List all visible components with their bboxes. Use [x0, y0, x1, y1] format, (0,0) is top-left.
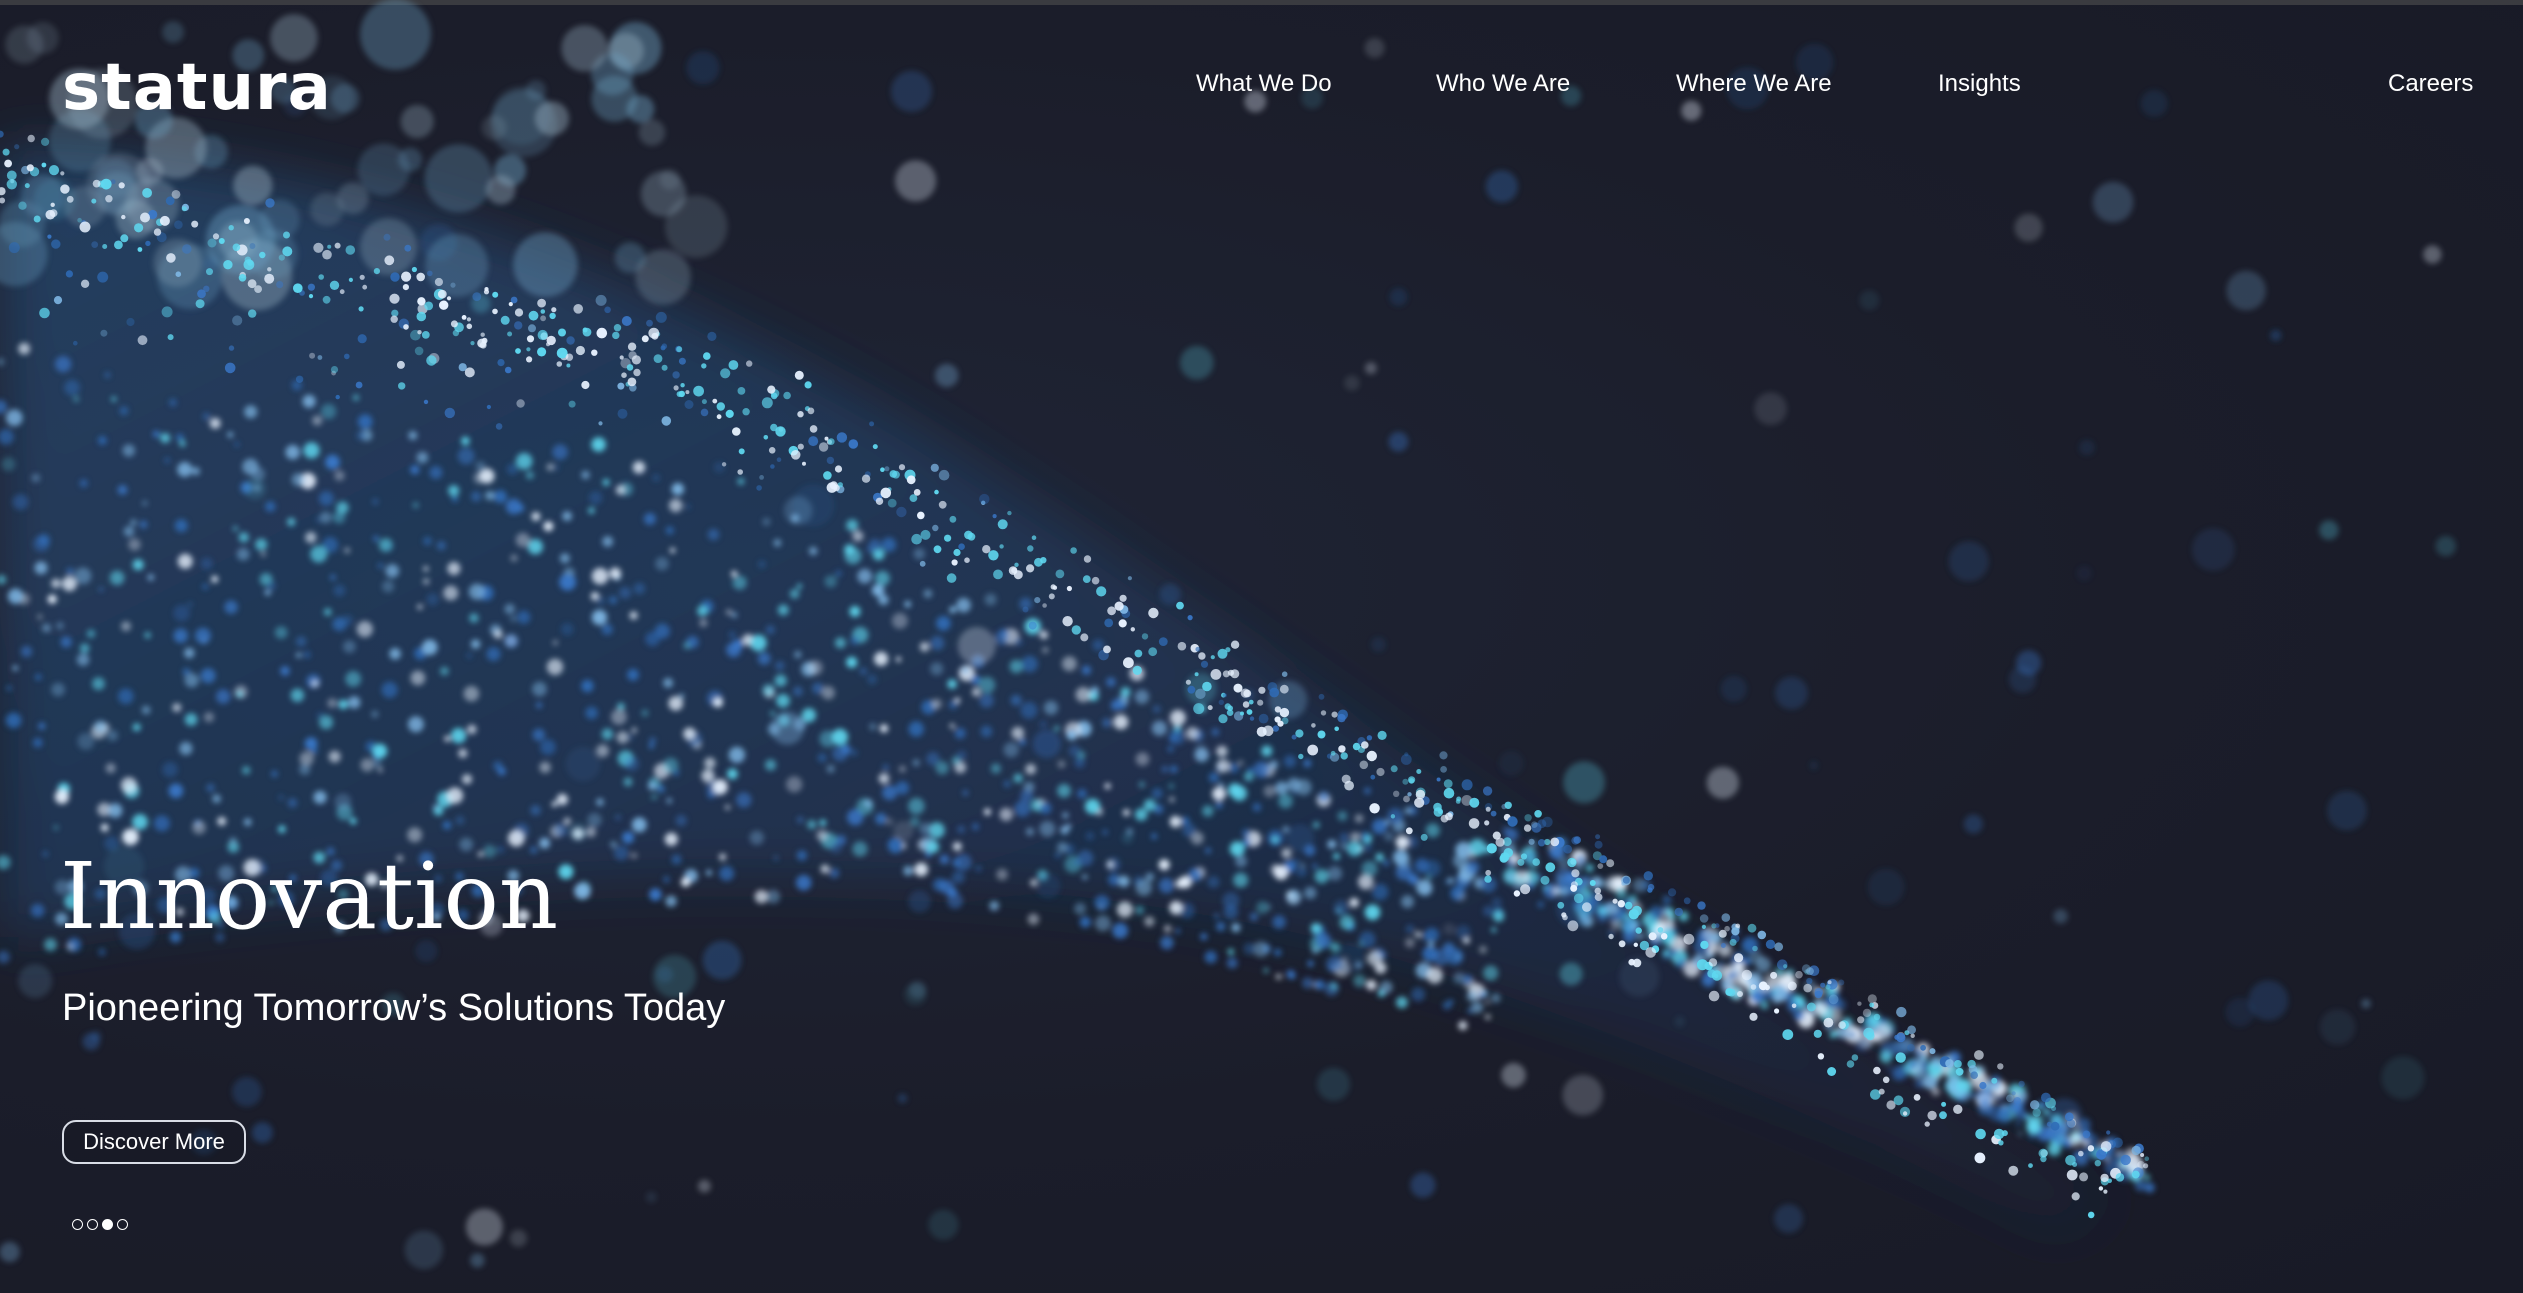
statura-logo[interactable]: statura	[62, 48, 332, 128]
hero-subtitle: Pioneering Tomorrow’s Solutions Today	[62, 987, 726, 1029]
nav-who-we-are[interactable]: Who We Are	[1436, 68, 1570, 100]
hero-title: Innovation	[60, 843, 559, 950]
hero-section: statura What We Do Who We Are Where We A…	[0, 0, 2523, 1293]
particle-wave-image	[0, 0, 2456, 1270]
carousel-dot-3[interactable]	[102, 1219, 113, 1230]
nav-what-we-do[interactable]: What We Do	[1196, 68, 1332, 100]
carousel-dot-1[interactable]	[72, 1219, 83, 1230]
discover-more-button[interactable]: Discover More	[62, 1120, 246, 1164]
carousel-dot-4[interactable]	[117, 1219, 128, 1230]
carousel-dot-2[interactable]	[87, 1219, 98, 1230]
nav-insights[interactable]: Insights	[1938, 68, 2021, 100]
nav-careers[interactable]: Careers	[2388, 68, 2473, 100]
nav-where-we-are[interactable]: Where We Are	[1676, 68, 1832, 100]
carousel-pagination	[72, 1219, 128, 1235]
